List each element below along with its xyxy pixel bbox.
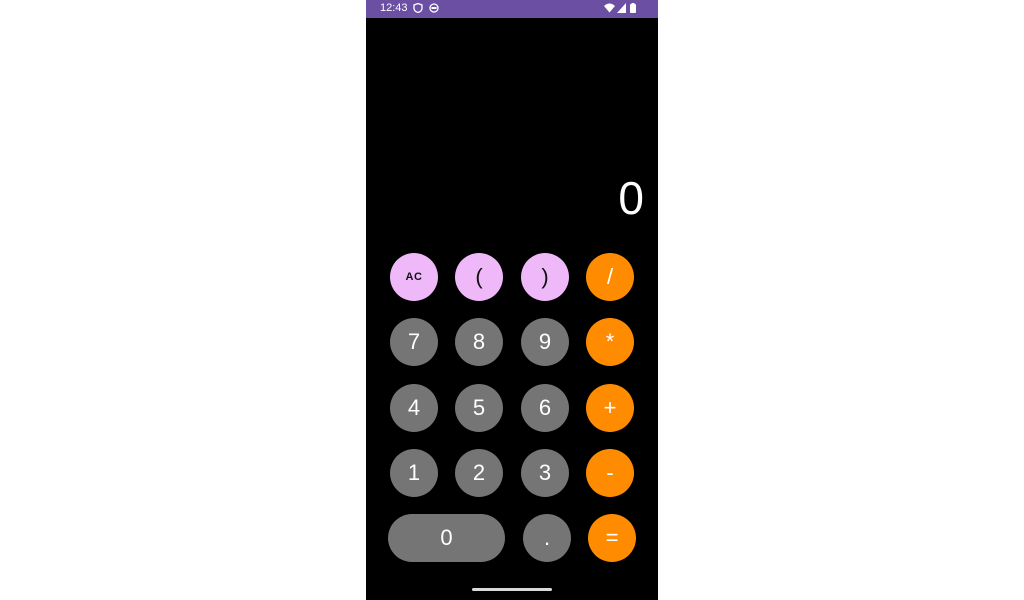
- digit-4-button[interactable]: 4: [390, 384, 438, 432]
- shield-icon: [413, 3, 423, 13]
- status-time: 12:43: [380, 2, 408, 14]
- calculator-screen: 12:43 0 AC ( ) / 7 8 9 * 4 5 6 + 1 2 3 -: [366, 0, 658, 600]
- result-display: 0: [618, 172, 644, 224]
- wifi-icon: [604, 3, 615, 13]
- divide-button[interactable]: /: [586, 253, 634, 301]
- navigation-handle[interactable]: [472, 588, 552, 591]
- plus-button[interactable]: +: [586, 384, 634, 432]
- signal-icon: [617, 3, 626, 13]
- digit-9-button[interactable]: 9: [521, 318, 569, 366]
- status-bar: 12:43: [366, 0, 658, 18]
- equals-button[interactable]: =: [588, 514, 636, 562]
- digit-8-button[interactable]: 8: [455, 318, 503, 366]
- battery-icon: [630, 3, 636, 13]
- digit-2-button[interactable]: 2: [455, 449, 503, 497]
- digit-7-button[interactable]: 7: [390, 318, 438, 366]
- open-parenthesis-button[interactable]: (: [455, 253, 503, 301]
- digit-3-button[interactable]: 3: [521, 449, 569, 497]
- digit-0-button[interactable]: 0: [388, 514, 505, 562]
- decimal-point-button[interactable]: .: [523, 514, 571, 562]
- face-icon: [429, 3, 439, 13]
- digit-1-button[interactable]: 1: [390, 449, 438, 497]
- clear-button[interactable]: AC: [390, 253, 438, 301]
- digit-6-button[interactable]: 6: [521, 384, 569, 432]
- close-parenthesis-button[interactable]: ): [521, 253, 569, 301]
- multiply-button[interactable]: *: [586, 318, 634, 366]
- digit-5-button[interactable]: 5: [455, 384, 503, 432]
- minus-button[interactable]: -: [586, 449, 634, 497]
